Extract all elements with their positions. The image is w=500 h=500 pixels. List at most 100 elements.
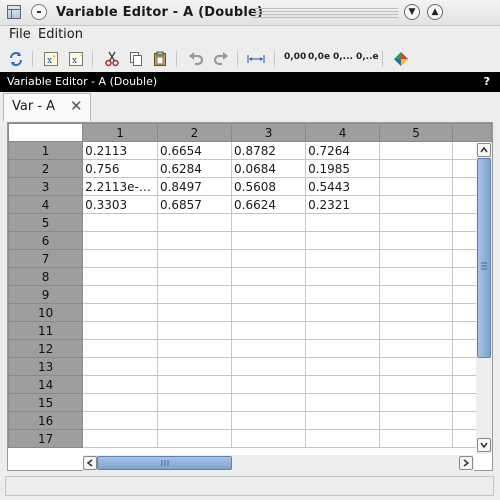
row-header[interactable]: 9: [8, 285, 84, 304]
table-cell[interactable]: [379, 249, 454, 268]
row-header[interactable]: 8: [8, 267, 84, 286]
table-cell[interactable]: [82, 357, 158, 376]
table-cell[interactable]: [156, 285, 233, 304]
table-cell[interactable]: [379, 321, 454, 340]
table-cell[interactable]: [379, 375, 454, 394]
table-cell[interactable]: 2.2113e-…: [82, 177, 158, 196]
window-menu-button[interactable]: [31, 4, 47, 20]
scroll-right-button[interactable]: [459, 456, 473, 470]
column-header[interactable]: 5: [379, 123, 454, 142]
table-cell[interactable]: 0.2113: [82, 141, 158, 160]
table-cell[interactable]: [231, 411, 307, 430]
table-cell[interactable]: [305, 375, 381, 394]
table-cell[interactable]: [231, 231, 307, 250]
column-header[interactable]: [452, 123, 492, 142]
table-cell[interactable]: [379, 141, 454, 160]
table-cell[interactable]: [379, 177, 454, 196]
cut-icon[interactable]: [102, 49, 122, 69]
row-header[interactable]: 7: [8, 249, 84, 268]
row-header[interactable]: 12: [8, 339, 84, 358]
format-fixed-icon[interactable]: 0,00: [284, 52, 306, 62]
table-cell[interactable]: 0.2321: [305, 195, 381, 214]
row-header[interactable]: 11: [8, 321, 84, 340]
scroll-left-button[interactable]: [83, 456, 97, 470]
table-cell[interactable]: [305, 357, 381, 376]
menu-edition[interactable]: Edition: [38, 27, 83, 42]
column-header[interactable]: 3: [231, 123, 307, 142]
table-cell[interactable]: [82, 267, 158, 286]
row-header[interactable]: 6: [8, 231, 84, 250]
window-icon[interactable]: [7, 5, 21, 19]
new-variable-icon[interactable]: x: [41, 49, 61, 69]
table-cell[interactable]: [82, 249, 158, 268]
table-cell[interactable]: 0.6624: [231, 195, 307, 214]
table-cell[interactable]: [379, 357, 454, 376]
table-cell[interactable]: [82, 411, 158, 430]
column-header[interactable]: 1: [82, 123, 158, 142]
maximize-button[interactable]: ▲: [427, 4, 443, 20]
vertical-scrollbar[interactable]: [476, 143, 492, 454]
variable-grid[interactable]: 1 2 3 4 5 1 0.2113 0.6654 0.8782 0.7264 2 0.75…: [7, 122, 493, 471]
table-cell[interactable]: [231, 303, 307, 322]
scroll-down-button[interactable]: [477, 438, 491, 452]
row-header[interactable]: 17: [8, 429, 84, 448]
table-cell[interactable]: [156, 411, 233, 430]
row-header[interactable]: 15: [8, 393, 84, 412]
table-cell[interactable]: [231, 321, 307, 340]
table-cell[interactable]: 0.0684: [231, 159, 307, 178]
table-cell[interactable]: [82, 231, 158, 250]
table-cell[interactable]: [82, 321, 158, 340]
minimize-button[interactable]: ▼: [404, 4, 420, 20]
table-cell[interactable]: [305, 393, 381, 412]
table-cell[interactable]: [305, 339, 381, 358]
table-cell[interactable]: 0.756: [82, 159, 158, 178]
format-exponent-icon[interactable]: 0,0e: [308, 52, 330, 62]
table-cell[interactable]: [379, 195, 454, 214]
copy-icon[interactable]: [126, 49, 146, 69]
table-cell[interactable]: [305, 303, 381, 322]
table-cell[interactable]: [82, 393, 158, 412]
refresh-icon[interactable]: [6, 49, 26, 69]
row-header[interactable]: 3: [8, 177, 84, 196]
row-header[interactable]: 14: [8, 375, 84, 394]
table-cell[interactable]: [156, 267, 233, 286]
row-header[interactable]: 5: [8, 213, 84, 232]
table-cell[interactable]: [379, 411, 454, 430]
format-short-icon[interactable]: 0,...: [333, 52, 353, 62]
table-cell[interactable]: [231, 285, 307, 304]
table-cell[interactable]: [305, 267, 381, 286]
table-cell[interactable]: [82, 303, 158, 322]
table-cell[interactable]: 0.8497: [156, 177, 233, 196]
format-short-exp-icon[interactable]: 0,..e: [356, 52, 379, 62]
table-cell[interactable]: [305, 249, 381, 268]
corner-cell[interactable]: [8, 123, 84, 142]
paste-icon[interactable]: [150, 49, 170, 69]
table-cell[interactable]: 0.6284: [156, 159, 233, 178]
table-cell[interactable]: [156, 321, 233, 340]
row-header[interactable]: 2: [8, 159, 84, 178]
fit-columns-icon[interactable]: [246, 49, 266, 69]
tab-var-a[interactable]: Var - A ✕: [3, 93, 91, 121]
plot-icon[interactable]: [391, 49, 411, 69]
table-cell[interactable]: 0.1985: [305, 159, 381, 178]
vertical-scroll-thumb[interactable]: [477, 158, 491, 358]
horizontal-scroll-thumb[interactable]: [97, 456, 232, 470]
table-cell[interactable]: [156, 357, 233, 376]
table-cell[interactable]: [379, 303, 454, 322]
table-cell[interactable]: 0.7264: [305, 141, 381, 160]
table-cell[interactable]: [156, 249, 233, 268]
table-cell[interactable]: [379, 231, 454, 250]
table-cell[interactable]: [82, 285, 158, 304]
table-cell[interactable]: [379, 285, 454, 304]
table-cell[interactable]: [156, 393, 233, 412]
table-cell[interactable]: 0.5608: [231, 177, 307, 196]
table-cell[interactable]: [82, 213, 158, 232]
help-icon[interactable]: ?: [484, 75, 490, 88]
table-cell[interactable]: [305, 213, 381, 232]
table-cell[interactable]: 0.3303: [82, 195, 158, 214]
table-cell[interactable]: [231, 249, 307, 268]
table-cell[interactable]: [231, 429, 307, 448]
table-cell[interactable]: [82, 375, 158, 394]
table-cell[interactable]: [305, 411, 381, 430]
row-header[interactable]: 4: [8, 195, 84, 214]
